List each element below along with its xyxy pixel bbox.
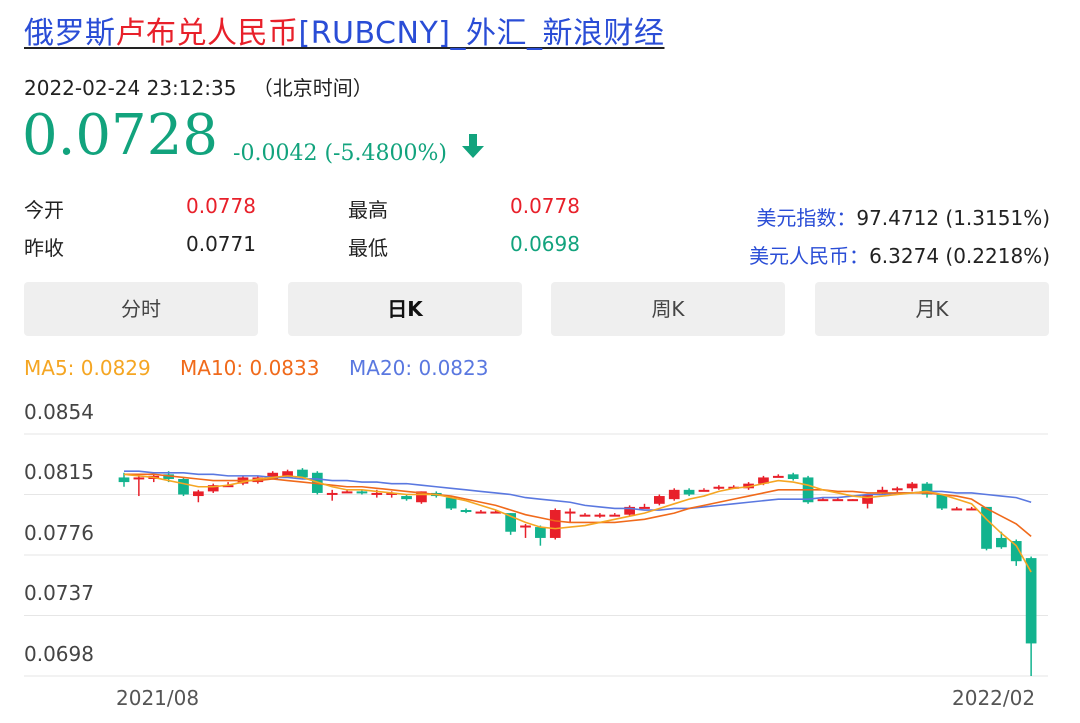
candle-body [520, 525, 531, 528]
x-tick-label: 2021/08 [116, 686, 200, 710]
candle-body [535, 527, 546, 538]
y-tick-label: 0.0698 [24, 642, 94, 666]
candle-body [996, 537, 1007, 548]
x-tick-label: 2022/02 [952, 686, 1036, 710]
candle-body [118, 477, 130, 483]
candle-body [475, 511, 487, 514]
candle-body [936, 494, 948, 509]
ma20-line [124, 470, 1032, 511]
candle-body [847, 499, 859, 502]
y-tick-label: 0.0776 [24, 521, 94, 545]
candle-body [683, 489, 695, 495]
candle-body [668, 489, 680, 500]
candle-body [401, 496, 412, 500]
candle-body [193, 491, 204, 497]
y-tick-label: 0.0815 [24, 460, 94, 484]
candle-body [356, 491, 368, 494]
chart-grid [24, 433, 1048, 677]
candle-body [178, 478, 189, 495]
candle-body [981, 506, 992, 549]
candle-body [594, 514, 606, 517]
candle-body [579, 514, 591, 517]
candlestick-chart [24, 433, 1048, 677]
candle-body [787, 474, 799, 479]
candle-body [341, 491, 353, 494]
candle-body [639, 506, 650, 509]
candle-body [832, 499, 844, 502]
candle-body [906, 483, 918, 489]
candle-body [772, 475, 784, 478]
chart-ma-lines [123, 470, 1032, 573]
candle-body [445, 497, 457, 509]
candle-body [609, 514, 621, 517]
candle-body [460, 510, 472, 513]
candle-body [564, 511, 576, 514]
candle-body [549, 510, 561, 538]
y-tick-label: 0.0737 [24, 581, 94, 605]
candle-body [326, 492, 338, 495]
candle-body [891, 488, 903, 491]
candle-body [698, 489, 710, 492]
y-tick-label: 0.0854 [24, 400, 94, 424]
candle-body [817, 499, 829, 502]
candle-body [713, 486, 725, 489]
candle-body [654, 496, 665, 504]
chart-candles [118, 468, 1037, 676]
candle-body [133, 477, 145, 480]
candle-body [862, 494, 873, 504]
candle-body [951, 508, 963, 511]
candle-body [371, 492, 383, 495]
